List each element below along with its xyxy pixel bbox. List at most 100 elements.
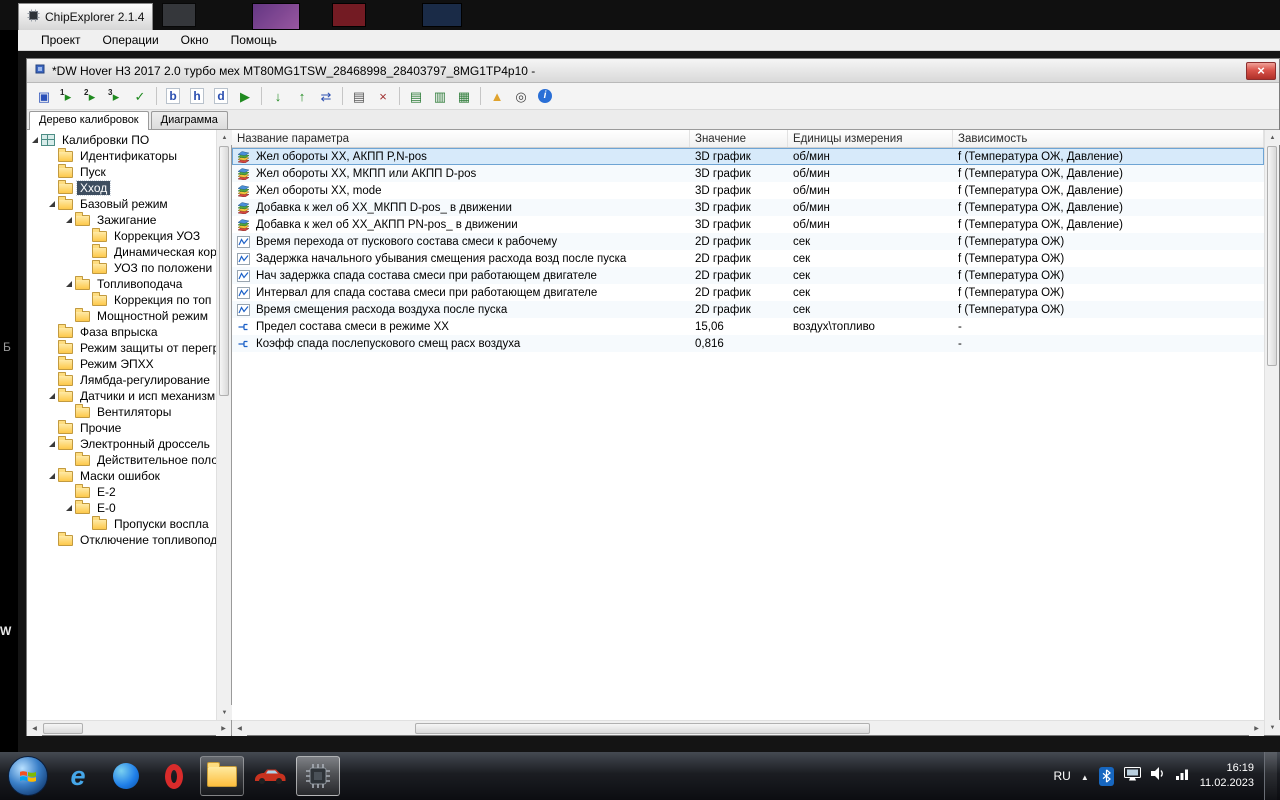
scroll-right-icon[interactable] [216,721,231,736]
scrollbar-thumb[interactable] [1267,146,1277,366]
copy-icon[interactable]: ▤ [347,85,371,108]
taskbar-car-app-button[interactable] [248,756,292,796]
expanded-arrow-icon[interactable] [63,278,75,290]
clock[interactable]: 16:19 11.02.2023 [1200,761,1254,791]
menu-project[interactable]: Проект [30,31,92,49]
expanded-arrow-icon[interactable] [46,390,58,402]
tab-diagram[interactable]: Диаграмма [151,111,228,129]
volume-icon[interactable] [1151,767,1166,785]
taskbar-chipexplorer-button[interactable] [296,756,340,796]
menu-operations[interactable]: Операции [92,31,170,49]
window-title-bar[interactable]: *DW Hover H3 2017 2.0 турбо мех MT80MG1T… [27,59,1279,83]
column-header-units[interactable]: Единицы измерения [788,130,953,147]
chevron-up-icon[interactable] [1081,767,1089,785]
taskbar-opera-button[interactable] [152,756,196,796]
search-icon[interactable]: ◎ [509,85,533,108]
tree-item[interactable]: Хход [27,180,216,196]
background-window-fragment[interactable] [422,3,462,27]
expanded-arrow-icon[interactable] [29,134,41,146]
display-icon[interactable] [1124,767,1141,786]
tree-item[interactable]: Прочие [27,420,216,436]
dtp-file-icon[interactable]: d [209,85,233,108]
table-row[interactable]: Жел обороты ХХ, mode3D графикоб/минf (Те… [232,182,1264,199]
scrollbar-track[interactable] [217,397,231,705]
table-window-icon[interactable]: ▥ [428,85,452,108]
hex-file-icon[interactable]: h [185,85,209,108]
info-icon[interactable]: i [533,85,557,108]
tree-item[interactable]: Идентификаторы [27,148,216,164]
column-header-value[interactable]: Значение [690,130,788,147]
taskbar-edge-button[interactable] [104,756,148,796]
background-window-fragment[interactable] [332,3,366,27]
tree-item[interactable]: Лямбда-регулирование [27,372,216,388]
write-icon[interactable]: ▶ [233,85,257,108]
expanded-arrow-icon[interactable] [46,470,58,482]
table-row[interactable]: Задержка начального убывания смещения ра… [232,250,1264,267]
expanded-arrow-icon[interactable] [63,502,75,514]
read-2-icon[interactable]: 2▸ [80,85,104,108]
read-1-icon[interactable]: 1▸ [56,85,80,108]
show-desktop-button[interactable] [1264,752,1277,800]
taskbar-internet-explorer-button[interactable] [56,756,100,796]
table-row[interactable]: Добавка к жел об ХХ_АКПП PN-pos_ в движе… [232,216,1264,233]
table-row[interactable]: Нач задержка спада состава смеси при раб… [232,267,1264,284]
language-indicator[interactable]: RU [1053,769,1070,783]
scroll-left-icon[interactable] [232,721,247,736]
export-icon[interactable]: ↑ [290,85,314,108]
scroll-down-icon[interactable] [1265,720,1280,735]
table-row[interactable]: Предел состава смеси в режиме ХХ15,06воз… [232,318,1264,335]
scroll-down-icon[interactable] [217,705,232,720]
background-window-fragment[interactable] [162,3,196,27]
tree-item[interactable]: Вентиляторы [27,404,216,420]
scrollbar-thumb[interactable] [415,723,870,734]
tree-item[interactable]: Датчики и исп механизмы [27,388,216,404]
table-row[interactable]: Интервал для спада состава смеси при раб… [232,284,1264,301]
scrollbar-track[interactable] [1265,367,1279,720]
save-icon[interactable]: ▣ [32,85,56,108]
tree-item[interactable]: Базовый режим [27,196,216,212]
scrollbar-thumb[interactable] [43,723,83,734]
map-window-icon[interactable]: ▤ [404,85,428,108]
tree-item[interactable]: E-2 [27,484,216,500]
table-row[interactable]: Время смещения расхода воздуха после пус… [232,301,1264,318]
network-icon[interactable] [1176,767,1190,785]
tree-item[interactable]: Топливоподача [27,276,216,292]
tree-item[interactable]: Отключение топливопод [27,532,216,548]
start-button[interactable] [8,756,48,796]
tree-item[interactable]: Динамическая кор [27,244,216,260]
compare-icon[interactable]: ⇄ [314,85,338,108]
close-button[interactable] [1246,62,1276,80]
tree-horizontal-scrollbar[interactable] [27,720,231,735]
bluetooth-icon[interactable] [1099,767,1114,786]
table-vertical-scrollbar[interactable] [1264,130,1279,735]
table-row[interactable]: Жел обороты ХХ, АКПП P,N-pos3D графикоб/… [232,148,1264,165]
table-row[interactable]: Добавка к жел об ХХ_МКПП D-pos_ в движен… [232,199,1264,216]
background-window-fragment[interactable] [252,3,300,30]
tree-item[interactable]: Режим ЭПХХ [27,356,216,372]
table-horizontal-scrollbar[interactable] [232,720,1264,735]
tab-calibration-tree[interactable]: Дерево калибровок [29,111,149,130]
expanded-arrow-icon[interactable] [46,198,58,210]
tree-item[interactable]: Мощностной режим [27,308,216,324]
menu-window[interactable]: Окно [170,31,220,49]
import-icon[interactable]: ↓ [266,85,290,108]
scroll-left-icon[interactable] [27,721,42,736]
scroll-up-icon[interactable] [1265,130,1280,145]
read-3-icon[interactable]: 3▸ [104,85,128,108]
tree-item[interactable]: Режим защиты от перегр [27,340,216,356]
app-window-title-tab[interactable]: ChipExplorer 2.1.4 [18,3,153,30]
tree-item[interactable]: Маски ошибок [27,468,216,484]
tree-item[interactable]: Пуск [27,164,216,180]
tree-item[interactable]: Коррекция УОЗ [27,228,216,244]
scrollbar-thumb[interactable] [219,146,229,396]
tree-item[interactable]: Действительное полож [27,452,216,468]
table-row[interactable]: Коэфф спада послепускового смещ расх воз… [232,335,1264,352]
tree-vertical-scrollbar[interactable] [216,130,231,720]
expanded-arrow-icon[interactable] [63,214,75,226]
verify-icon[interactable]: ✓ [128,85,152,108]
chart-icon[interactable]: ▲ [485,85,509,108]
tree-item[interactable]: Зажигание [27,212,216,228]
expanded-arrow-icon[interactable] [46,438,58,450]
cut-icon[interactable]: × [371,85,395,108]
tree-item[interactable]: Электронный дроссель [27,436,216,452]
